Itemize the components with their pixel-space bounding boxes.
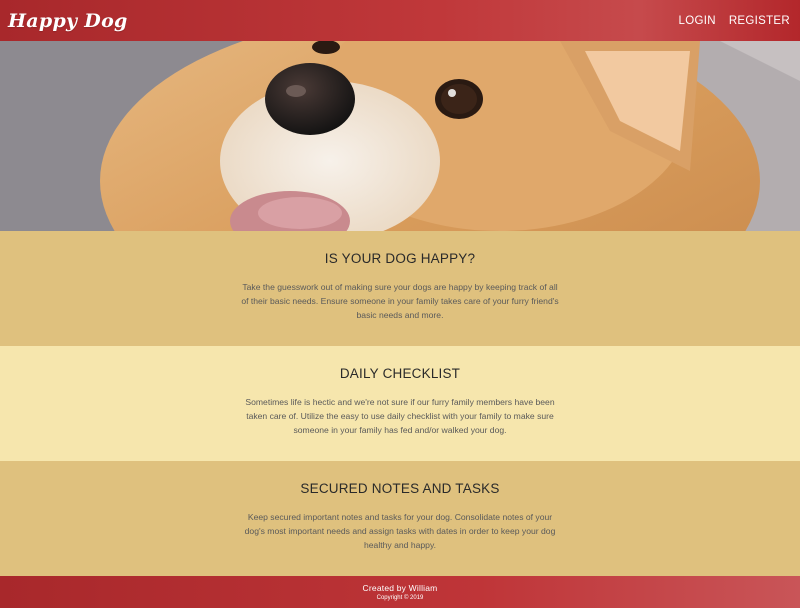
section-secured-notes: SECURED NOTES AND TASKS Keep secured imp… — [0, 461, 800, 576]
corgi-photo — [0, 41, 800, 231]
register-link[interactable]: REGISTER — [729, 15, 790, 27]
hero-image — [0, 41, 800, 231]
section-title: SECURED NOTES AND TASKS — [300, 481, 500, 496]
section-daily-checklist: DAILY CHECKLIST Sometimes life is hectic… — [0, 346, 800, 461]
footer-copyright: Copyright © 2019 — [376, 595, 424, 601]
section-happy: IS YOUR DOG HAPPY? Take the guesswork ou… — [0, 231, 800, 346]
footer-credit: Created by William — [362, 583, 438, 593]
section-title: IS YOUR DOG HAPPY? — [324, 251, 476, 266]
section-title: DAILY CHECKLIST — [339, 366, 461, 381]
footer: Created by William Copyright © 2019 — [0, 576, 800, 608]
section-text: Sometimes life is hectic and we're not s… — [245, 397, 555, 435]
navbar: Happy Dog LOGIN REGISTER — [0, 0, 800, 41]
section-text: Keep secured important notes and tasks f… — [244, 512, 556, 550]
nav-links: LOGIN REGISTER — [679, 15, 790, 27]
section-text: Take the guesswork out of making sure yo… — [241, 282, 559, 320]
brand-logo[interactable]: Happy Dog — [8, 10, 128, 32]
login-link[interactable]: LOGIN — [679, 15, 716, 27]
